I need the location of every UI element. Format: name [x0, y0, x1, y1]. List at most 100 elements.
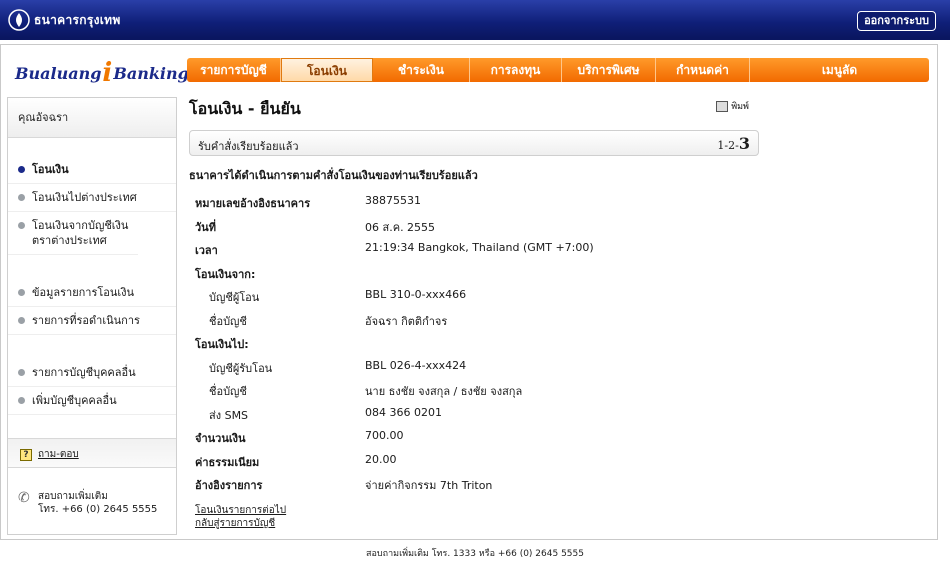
step-current: 3 — [738, 134, 750, 153]
sidebar-item-label: โอนเงินจากบัญชีเงินตราต่างประเทศ — [32, 219, 129, 247]
detail-key: บัญชีผู้โอน — [209, 291, 260, 304]
brand-left: Bualuang — [15, 64, 102, 83]
print-label: พิมพ์ — [731, 102, 749, 112]
bullet-icon — [18, 194, 25, 201]
bank-name: ธนาคารกรุงเทพ — [34, 12, 121, 27]
help-box: ? ถาม-ตอบ — [8, 438, 176, 468]
detail-value: 06 ส.ค. 2555 — [365, 220, 436, 234]
tab-transfer[interactable]: โอนเงิน — [281, 58, 373, 82]
detail-row: ชื่อบัญชี นาย ธงชัย จงสกุล / ธงชัย จงสกุ… — [189, 378, 749, 402]
tab-special-services[interactable]: บริการพิเศษ — [562, 58, 656, 82]
detail-value: 38875531 — [365, 194, 421, 207]
phone-icon: ✆ — [18, 490, 30, 506]
bullet-icon — [18, 397, 25, 404]
faq-link[interactable]: ? ถาม-ตอบ — [20, 447, 79, 462]
confirmation-intro: ธนาคารได้ดำเนินการตามคำสั่งโอนเงินของท่า… — [189, 169, 478, 182]
sidebar-user-name: คุณอัจฉรา — [8, 98, 176, 138]
detail-row: วันที่ 06 ส.ค. 2555 — [189, 214, 749, 238]
detail-row: ค่าธรรมเนียม 20.00 — [189, 449, 749, 473]
top-bar: ธนาคารกรุงเทพ ออกจากระบบ — [0, 0, 950, 40]
detail-value: จ่ายค่ากิจกรรม 7th Triton — [365, 479, 493, 492]
sidebar-item-label: โอนเงิน — [32, 163, 69, 176]
detail-section-from: โอนเงินจาก: — [189, 261, 749, 285]
tab-settings[interactable]: กำหนดค่า — [656, 58, 750, 82]
detail-row: จำนวนเงิน 700.00 — [189, 425, 749, 449]
bullet-icon — [18, 222, 25, 229]
sidebar-item-pending[interactable]: รายการที่รอดำเนินการ — [8, 307, 176, 335]
detail-key: ส่ง SMS — [209, 408, 249, 422]
detail-key: อ้างอิงรายการ — [195, 479, 263, 492]
detail-key: เวลา — [195, 244, 218, 257]
footer-contact: สอบถามเพิ่มเติม โทร. 1333 หรือ +66 (0) 2… — [366, 549, 584, 559]
detail-row: เวลา 21:19:34 Bangkok, Thailand (GMT +7:… — [189, 237, 749, 261]
detail-key: ค่าธรรมเนียม — [195, 455, 260, 469]
transfer-details: หมายเลขอ้างอิงธนาคาร 38875531 วันที่ 06 … — [189, 190, 749, 496]
detail-key: หมายเลขอ้างอิงธนาคาร — [195, 197, 311, 210]
sidebar-item-label: รายการบัญชีบุคคลอื่น — [32, 366, 136, 379]
status-box: รับคำสั่งเรียบร้อยแล้ว 1-2-3 — [189, 130, 759, 156]
tab-shortcut-menu[interactable]: เมนูลัด — [750, 58, 929, 82]
detail-value: อัจฉรา กิตติกำจร — [365, 314, 448, 328]
detail-row: ชื่อบัญชี อัจฉรา กิตติกำจร — [189, 308, 749, 332]
detail-row: บัญชีผู้โอน BBL 310-0-xxx466 — [189, 284, 749, 308]
detail-row: ส่ง SMS 084 366 0201 — [189, 402, 749, 426]
sidebar: คุณอัจฉรา โอนเงิน โอนเงินไปต่างประเทศ โอ… — [7, 97, 177, 535]
tab-investment[interactable]: การลงทุน — [470, 58, 562, 82]
sidebar-item-transfer[interactable]: โอนเงิน — [8, 156, 176, 184]
print-button[interactable]: พิมพ์ — [716, 99, 749, 113]
contact-title: สอบถามเพิ่มเติม — [38, 491, 108, 502]
question-icon: ? — [20, 448, 32, 461]
bullet-icon — [18, 166, 25, 173]
sidebar-item-third-party-accounts[interactable]: รายการบัญชีบุคคลอื่น — [8, 359, 176, 387]
detail-row: บัญชีผู้รับโอน BBL 026-4-xxx424 — [189, 355, 749, 379]
sidebar-item-fx-account-transfer[interactable]: โอนเงินจากบัญชีเงินตราต่างประเทศ — [8, 212, 138, 255]
detail-key: วันที่ — [195, 220, 216, 234]
page-title: โอนเงิน - ยืนยัน — [189, 99, 301, 118]
status-message: รับคำสั่งเรียบร้อยแล้ว — [198, 140, 299, 153]
sidebar-item-label: ข้อมูลรายการโอนเงิน — [32, 286, 135, 299]
tab-accounts[interactable]: รายการบัญชี — [187, 58, 281, 82]
detail-key: ชื่อบัญชี — [209, 385, 247, 398]
detail-value: นาย ธงชัย จงสกุล / ธงชัย จงสกุล — [365, 385, 523, 398]
bualuang-ibanking-logo[interactable]: BualuangiBanking — [15, 56, 189, 88]
detail-key: ชื่อบัญชี — [209, 314, 247, 328]
detail-value: 700.00 — [365, 429, 404, 442]
sidebar-menu: โอนเงิน โอนเงินไปต่างประเทศ โอนเงินจากบั… — [8, 156, 176, 415]
bank-logo[interactable]: ธนาคารกรุงเทพ — [8, 9, 121, 31]
main-frame: BualuangiBanking รายการบัญชี โอนเงิน ชำร… — [0, 44, 938, 540]
detail-key: โอนเงินจาก: — [195, 267, 256, 281]
back-to-accounts-link[interactable]: กลับสู่รายการบัญชี — [189, 517, 759, 530]
detail-key: โอนเงินไป: — [195, 338, 249, 351]
tab-payment[interactable]: ชำระเงิน — [373, 58, 470, 82]
bullet-icon — [18, 369, 25, 376]
detail-row: หมายเลขอ้างอิงธนาคาร 38875531 — [189, 190, 749, 214]
sidebar-item-transfer-history[interactable]: ข้อมูลรายการโอนเงิน — [8, 279, 176, 307]
detail-key: บัญชีผู้รับโอน — [209, 361, 273, 375]
sidebar-item-add-third-party[interactable]: เพิ่มบัญชีบุคคลอื่น — [8, 387, 176, 415]
step-indicator: 1-2-3 — [717, 134, 750, 153]
action-links: โอนเงินรายการต่อไป กลับสู่รายการบัญชี — [189, 504, 759, 530]
detail-value: 20.00 — [365, 452, 397, 466]
bullet-icon — [18, 317, 25, 324]
brand-right: Banking — [113, 64, 189, 83]
main-nav: รายการบัญชี โอนเงิน ชำระเงิน การลงทุน บร… — [187, 58, 929, 82]
next-transfer-link[interactable]: โอนเงินรายการต่อไป — [189, 504, 759, 517]
printer-icon — [716, 100, 729, 112]
contact-phone: โทร. +66 (0) 2645 5555 — [38, 504, 158, 515]
sidebar-item-label: เพิ่มบัญชีบุคคลอื่น — [32, 394, 117, 407]
sidebar-item-transfer-abroad[interactable]: โอนเงินไปต่างประเทศ — [8, 184, 176, 212]
detail-value: 21:19:34 Bangkok, Thailand (GMT +7:00) — [365, 241, 594, 254]
faq-label: ถาม-ตอบ — [38, 449, 79, 460]
detail-row: อ้างอิงรายการ จ่ายค่ากิจกรรม 7th Triton — [189, 472, 749, 496]
detail-value: 084 366 0201 — [365, 405, 442, 419]
lotus-logo-icon — [8, 9, 30, 31]
detail-value: BBL 026-4-xxx424 — [365, 358, 467, 372]
detail-key: จำนวนเงิน — [195, 432, 246, 445]
bullet-icon — [18, 289, 25, 296]
step-prefix: 1-2- — [717, 139, 739, 152]
detail-section-to: โอนเงินไป: — [189, 331, 749, 355]
logout-button[interactable]: ออกจากระบบ — [857, 11, 936, 31]
content-area: โอนเงิน - ยืนยัน พิมพ์ รับคำสั่งเรียบร้อ… — [189, 97, 759, 530]
sidebar-item-label: รายการที่รอดำเนินการ — [32, 314, 140, 327]
sidebar-item-label: โอนเงินไปต่างประเทศ — [32, 191, 137, 204]
